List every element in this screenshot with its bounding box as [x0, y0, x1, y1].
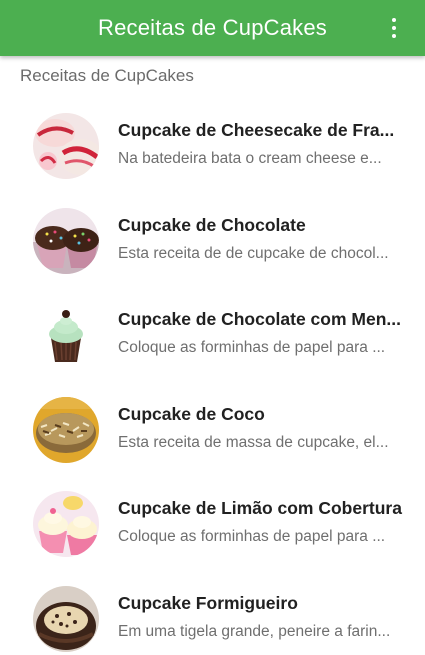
cupcake-lemon-frosting-photo — [33, 491, 99, 557]
recipe-item[interactable]: Cupcake de Chocolate com Men... Coloque … — [0, 287, 425, 382]
recipe-subtitle: Na batedeira bata o cream cheese e... — [118, 150, 382, 167]
recipe-subtitle: Esta receita de de cupcake de chocol... — [118, 244, 389, 262]
recipe-title: Cupcake de Coco — [118, 403, 265, 424]
recipe-title: Cupcake de Chocolate — [118, 214, 306, 235]
recipe-subtitle: Em uma tigela grande, peneire a farin... — [118, 622, 391, 640]
recipe-item[interactable]: Cupcake de Coco Esta receita de massa de… — [0, 382, 425, 477]
recipe-subtitle: Coloque as forminhas de papel para ... — [118, 528, 386, 545]
recipe-item[interactable]: Cupcake de Chocolate Esta receita de de … — [0, 193, 425, 288]
recipe-item[interactable]: Cupcake Formigueiro Em uma tigela grande… — [0, 571, 425, 655]
recipe-list: Cupcake de Cheesecake de Fra... Na bated… — [0, 98, 425, 655]
recipe-title: Cupcake de Limão com Cobertura — [118, 498, 402, 518]
cupcake-chocolate-sprinkles-photo — [33, 207, 99, 274]
app-bar: Receitas de CupCakes — [0, 0, 425, 56]
recipe-title: Cupcake Formigueiro — [118, 592, 298, 613]
cupcake-chocolate-mint-photo — [33, 302, 99, 368]
recipe-title: Cupcake de Cheesecake de Fra... — [118, 120, 395, 140]
cupcake-coconut-photo — [33, 396, 99, 463]
cupcake-formigueiro-photo — [33, 585, 99, 652]
recipe-subtitle: Coloque as forminhas de papel para ... — [118, 339, 386, 356]
more-vert-icon[interactable] — [391, 16, 397, 40]
recipe-item[interactable]: Cupcake de Cheesecake de Fra... Na bated… — [0, 98, 425, 193]
recipe-title: Cupcake de Chocolate com Men... — [118, 309, 401, 329]
app-title: Receitas de CupCakes — [97, 15, 327, 40]
recipe-subtitle: Esta receita de massa de cupcake, el... — [118, 433, 389, 451]
recipe-item[interactable]: Cupcake de Limão com Cobertura Coloque a… — [0, 476, 425, 571]
cupcake-cheesecake-strawberry-photo — [33, 113, 99, 179]
section-header: Receitas de CupCakes — [20, 66, 194, 85]
